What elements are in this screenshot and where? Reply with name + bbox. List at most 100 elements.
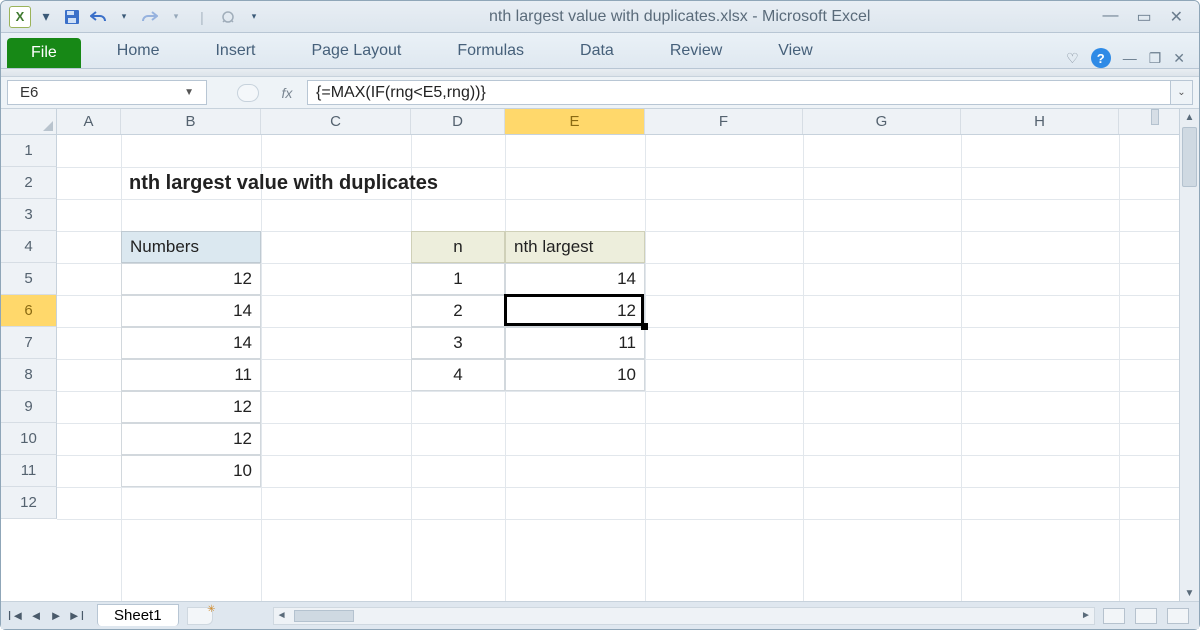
sheet-next-icon[interactable]: ► [47, 608, 65, 623]
fill-handle[interactable] [641, 323, 648, 330]
tab-view[interactable]: View [750, 36, 840, 68]
grid-main[interactable]: ABCDEFGH 123456789101112 nth largest val… [1, 109, 1179, 601]
tab-file[interactable]: File [7, 38, 81, 68]
touch-mode-icon[interactable] [217, 6, 239, 28]
row-header-9[interactable]: 9 [1, 391, 57, 423]
nth-header[interactable]: nth largest [505, 231, 645, 263]
n-cell[interactable]: 2 [411, 295, 505, 327]
row-header-11[interactable]: 11 [1, 455, 57, 487]
name-box-dropdown-icon[interactable]: ▼ [184, 87, 194, 98]
col-header-F[interactable]: F [645, 109, 803, 134]
tab-home[interactable]: Home [89, 36, 188, 68]
mdi-close-icon[interactable]: ✕ [1173, 50, 1185, 67]
quick-access-toolbar: ▾ ▾ ▾ | ▾ [1, 6, 273, 28]
row-header-5[interactable]: 5 [1, 263, 57, 295]
numbers-cell[interactable]: 12 [121, 391, 261, 423]
nth-cell[interactable]: 11 [505, 327, 645, 359]
fx-icon[interactable]: fx [267, 85, 307, 101]
worksheet-area: ABCDEFGH 123456789101112 nth largest val… [1, 109, 1199, 601]
numbers-cell[interactable]: 12 [121, 263, 261, 295]
page-break-view-icon[interactable] [1167, 608, 1189, 624]
tab-review[interactable]: Review [642, 36, 750, 68]
qat-customize-icon[interactable]: ▾ [243, 6, 265, 28]
tab-insert[interactable]: Insert [187, 36, 283, 68]
row-header-3[interactable]: 3 [1, 199, 57, 231]
mdi-restore-icon[interactable]: ❐ [1149, 50, 1162, 67]
tab-formulas[interactable]: Formulas [429, 36, 552, 68]
col-header-E[interactable]: E [505, 109, 645, 134]
col-header-C[interactable]: C [261, 109, 411, 134]
redo-dropdown-icon[interactable]: ▾ [165, 6, 187, 28]
scroll-right-icon[interactable]: ► [1078, 608, 1094, 624]
sheet-last-icon[interactable]: ►I [67, 608, 85, 623]
row-header-10[interactable]: 10 [1, 423, 57, 455]
n-cell[interactable]: 1 [411, 263, 505, 295]
scroll-left-icon[interactable]: ◄ [274, 608, 290, 624]
hscroll-thumb[interactable] [294, 610, 354, 622]
minimize-icon[interactable]: ― [1102, 7, 1118, 27]
sheet-title[interactable]: nth largest value with duplicates [121, 167, 721, 199]
row-header-7[interactable]: 7 [1, 327, 57, 359]
row-header-1[interactable]: 1 [1, 135, 57, 167]
qat-dropdown-icon[interactable]: ▾ [35, 6, 57, 28]
cells-layer[interactable]: nth largest value with duplicates Numbers… [57, 135, 1179, 601]
help-icon[interactable]: ? [1091, 48, 1111, 68]
sheet-prev-icon[interactable]: ◄ [27, 608, 45, 623]
ribbon-tabs: File Home Insert Page Layout Formulas Da… [1, 33, 1199, 69]
numbers-cell[interactable]: 12 [121, 423, 261, 455]
n-header[interactable]: n [411, 231, 505, 263]
redo-icon[interactable] [139, 6, 161, 28]
ribbon-min-icon[interactable]: ♡ [1066, 50, 1079, 67]
select-all-corner[interactable] [1, 109, 57, 135]
col-header-A[interactable]: A [57, 109, 121, 134]
nth-cell[interactable]: 10 [505, 359, 645, 391]
vertical-scrollbar[interactable]: ▲ ▼ [1179, 109, 1199, 601]
numbers-header[interactable]: Numbers [121, 231, 261, 263]
name-box-value: E6 [20, 84, 38, 101]
n-cell[interactable]: 3 [411, 327, 505, 359]
qat-sep: | [191, 6, 213, 28]
numbers-cell[interactable]: 11 [121, 359, 261, 391]
maximize-icon[interactable]: ▭ [1136, 7, 1151, 27]
page-layout-view-icon[interactable] [1135, 608, 1157, 624]
new-sheet-icon[interactable] [187, 607, 213, 625]
status-view-controls [1103, 608, 1199, 624]
undo-dropdown-icon[interactable]: ▾ [113, 6, 135, 28]
col-header-D[interactable]: D [411, 109, 505, 134]
tab-page-layout[interactable]: Page Layout [283, 36, 429, 68]
horizontal-scrollbar[interactable]: ◄ ► [273, 607, 1095, 625]
save-icon[interactable] [61, 6, 83, 28]
close-icon[interactable]: ✕ [1170, 7, 1183, 27]
formula-bar: E6 ▼ fx {=MAX(IF(rng<E5,rng))} ⌄ [1, 77, 1199, 109]
col-header-B[interactable]: B [121, 109, 261, 134]
formula-text: {=MAX(IF(rng<E5,rng))} [316, 84, 486, 102]
scroll-up-icon[interactable]: ▲ [1180, 109, 1199, 125]
row-header-12[interactable]: 12 [1, 487, 57, 519]
formula-input[interactable]: {=MAX(IF(rng<E5,rng))} [307, 80, 1171, 105]
split-handle[interactable] [1151, 109, 1159, 125]
col-header-G[interactable]: G [803, 109, 961, 134]
scroll-down-icon[interactable]: ▼ [1180, 585, 1199, 601]
vscroll-thumb[interactable] [1182, 127, 1197, 187]
numbers-cell[interactable]: 14 [121, 327, 261, 359]
numbers-cell[interactable]: 10 [121, 455, 261, 487]
row-header-2[interactable]: 2 [1, 167, 57, 199]
nth-cell[interactable]: 14 [505, 263, 645, 295]
excel-logo-icon [9, 6, 31, 28]
normal-view-icon[interactable] [1103, 608, 1125, 624]
nth-cell[interactable]: 12 [505, 295, 645, 327]
col-header-H[interactable]: H [961, 109, 1119, 134]
name-box[interactable]: E6 ▼ [7, 80, 207, 105]
sheet-first-icon[interactable]: I◄ [7, 608, 25, 623]
sheet-tab[interactable]: Sheet1 [97, 604, 179, 626]
cancel-entry-icon [237, 84, 259, 102]
undo-icon[interactable] [87, 6, 109, 28]
numbers-cell[interactable]: 14 [121, 295, 261, 327]
row-header-4[interactable]: 4 [1, 231, 57, 263]
row-header-6[interactable]: 6 [1, 295, 57, 327]
mdi-minimize-icon[interactable]: ― [1123, 50, 1137, 66]
formula-bar-expand-icon[interactable]: ⌄ [1171, 80, 1193, 105]
tab-data[interactable]: Data [552, 36, 642, 68]
row-header-8[interactable]: 8 [1, 359, 57, 391]
n-cell[interactable]: 4 [411, 359, 505, 391]
